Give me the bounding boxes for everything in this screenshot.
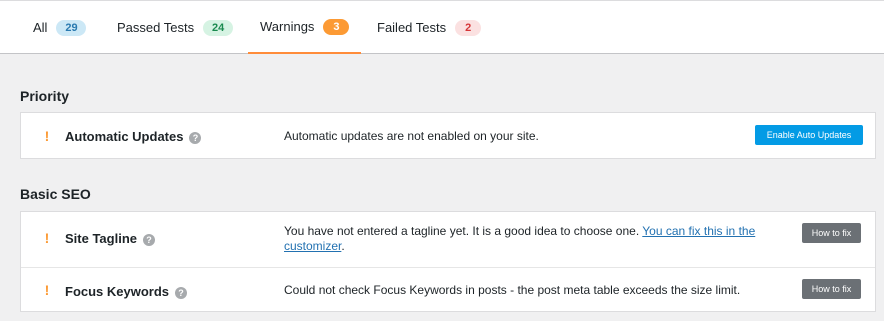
tab-all[interactable]: All 29 bbox=[33, 1, 87, 54]
section-title-basic-seo: Basic SEO bbox=[20, 186, 91, 202]
how-to-fix-button[interactable]: How to fix bbox=[802, 223, 861, 243]
tab-bar: All 29 Passed Tests 24 Warnings 3 Failed… bbox=[0, 0, 884, 54]
row-title: Site Tagline? bbox=[65, 231, 155, 246]
row-description: Automatic updates are not enabled on you… bbox=[284, 129, 539, 143]
check-row-focus-keywords: ! Focus Keywords? Could not check Focus … bbox=[21, 268, 875, 311]
tab-warnings[interactable]: Warnings 3 bbox=[248, 1, 361, 54]
tab-warnings-count: 3 bbox=[323, 18, 350, 35]
row-title-text: Site Tagline bbox=[65, 231, 137, 246]
help-icon[interactable]: ? bbox=[189, 132, 202, 144]
warning-icon: ! bbox=[44, 230, 50, 246]
tab-passed-tests[interactable]: Passed Tests 24 bbox=[117, 1, 234, 54]
tab-passed-label: Passed Tests bbox=[117, 20, 195, 35]
basic-seo-panel: ! Site Tagline? You have not entered a t… bbox=[20, 211, 876, 312]
row-description: You have not entered a tagline yet. It i… bbox=[284, 224, 764, 254]
tab-all-count: 29 bbox=[56, 19, 87, 36]
tab-failed-tests[interactable]: Failed Tests 2 bbox=[377, 1, 482, 54]
row-description-suffix: . bbox=[341, 239, 345, 253]
warning-icon: ! bbox=[44, 128, 50, 144]
row-title: Focus Keywords? bbox=[65, 284, 188, 299]
tab-warnings-label: Warnings bbox=[260, 19, 315, 34]
check-row-automatic-updates: ! Automatic Updates? Automatic updates a… bbox=[21, 113, 875, 158]
warning-icon: ! bbox=[44, 282, 50, 298]
enable-auto-updates-button[interactable]: Enable Auto Updates bbox=[755, 125, 863, 145]
priority-panel: ! Automatic Updates? Automatic updates a… bbox=[20, 112, 876, 159]
section-title-priority: Priority bbox=[20, 88, 70, 104]
tab-all-label: All bbox=[33, 20, 48, 35]
row-description: Could not check Focus Keywords in posts … bbox=[284, 283, 741, 297]
tab-passed-count: 24 bbox=[203, 19, 234, 36]
row-title-text: Focus Keywords bbox=[65, 284, 170, 299]
row-description-text: You have not entered a tagline yet. It i… bbox=[284, 224, 640, 238]
row-title-text: Automatic Updates bbox=[65, 129, 184, 144]
tab-failed-count: 2 bbox=[455, 19, 482, 36]
help-icon[interactable]: ? bbox=[143, 234, 155, 246]
check-row-site-tagline: ! Site Tagline? You have not entered a t… bbox=[21, 212, 875, 268]
how-to-fix-button[interactable]: How to fix bbox=[802, 279, 861, 299]
help-icon[interactable]: ? bbox=[175, 287, 188, 299]
tab-failed-label: Failed Tests bbox=[377, 20, 447, 35]
row-title: Automatic Updates? bbox=[65, 129, 202, 144]
